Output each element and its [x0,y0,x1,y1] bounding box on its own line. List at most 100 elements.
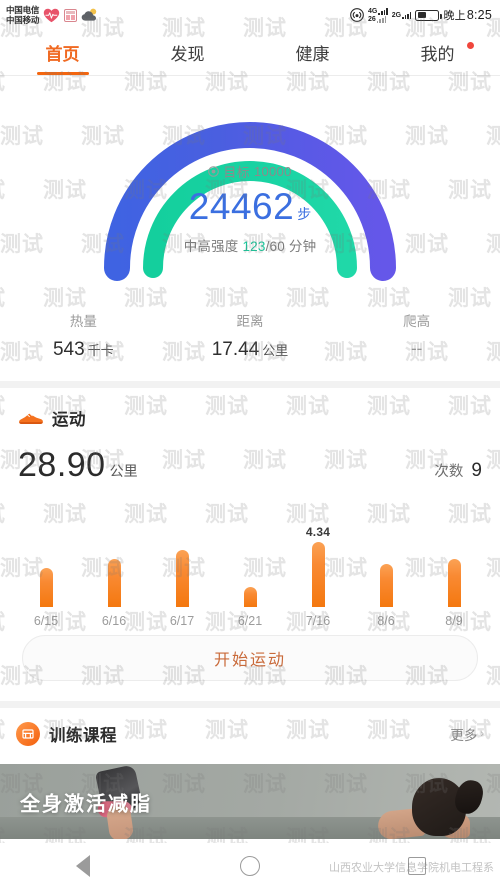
status-bar-clock: 晚上8:25 [443,7,492,23]
courses-more-button[interactable]: 更多 › [450,724,484,744]
nav-home-button[interactable] [220,843,280,889]
chart-bar-fill [311,542,325,607]
training-courses-section: 训练课程 更多 › [0,708,500,756]
tab-health-label: 健康 [295,45,330,64]
tab-mine-badge-dot [467,42,474,49]
courses-title: 训练课程 [49,727,117,745]
chart-x-label: 6/15 [33,614,59,628]
course-card-title: 全身激活减脂 [20,793,152,815]
app-icon [64,8,78,22]
exercise-card: 运动 28.90 公里 次数 9 [0,388,500,501]
intensity-value: 123 [242,239,266,254]
sim2-signal-icon: 2G [392,11,412,19]
heart-rate-icon [43,8,60,23]
chart-x-label: 8/9 [445,614,463,628]
hotspot-icon [350,8,364,22]
chart-bar-7-16[interactable]: 4.34 [284,519,352,607]
chart-bar-fill [447,559,461,607]
target-icon [208,166,220,177]
section-divider-1 [0,381,500,388]
tab-discover[interactable]: 发现 [125,30,250,75]
sim1-network-sub: 26 [368,15,376,23]
chart-x-label: 7/16 [305,614,331,628]
stat-calories-value: 543 [52,339,85,360]
chart-x-label: 6/17 [169,614,195,628]
goal-label: 目标 [223,165,250,180]
sim1-signal-icon: 4G 26 [368,7,388,23]
chart-bar-fill [107,559,121,607]
exercise-count-value: 9 [471,460,482,481]
stat-distance[interactable]: 距离 17.44 公里 [167,310,334,361]
steps-ring-center: 目标 10000 24462 步 中高强度 123/60 分钟 [85,162,415,255]
nav-back-button[interactable] [53,843,113,889]
goal-value: 10000 [253,164,292,179]
exercise-title: 运动 [52,411,86,429]
steps-value: 24462 [188,186,295,227]
start-exercise-wrap: 开始运动 [0,627,500,701]
chart-bar-6-16[interactable] [80,519,148,607]
stat-climb[interactable]: 爬高 -- [333,310,500,361]
status-bar-left: 中国电信 中国移动 [6,5,99,25]
chart-bar-value-label: 4.34 [305,525,331,539]
chart-bar-6-15[interactable] [12,519,80,607]
stat-distance-unit: 公里 [262,343,289,358]
weather-cloud-icon [81,8,99,22]
stat-calories-value-row: 543 千卡 [0,339,167,361]
exercise-header: 运动 [18,406,482,430]
steps-unit-label: 步 [297,206,312,222]
exercise-distance-value: 28.90 [18,446,106,484]
sim2-network-label: 2G [391,12,402,19]
intensity-target: /60 [265,239,285,254]
stat-distance-label: 距离 [236,314,264,329]
chart-bar-8-6[interactable] [352,519,420,607]
courses-header: 训练课程 更多 › [16,722,484,746]
status-bar-right: 4G 26 2G 晚上8:25 [350,7,492,23]
carrier-1-label: 中国电信 [6,5,40,15]
courses-more-label: 更多 [450,728,478,743]
steps-ring[interactable]: 目标 10000 24462 步 中高强度 123/60 分钟 [85,90,415,290]
steps-ring-section: 目标 10000 24462 步 中高强度 123/60 分钟 [0,76,500,306]
sim1-network-label: 4G [368,7,378,15]
running-shoe-icon [18,410,44,426]
chart-bar-fill [39,568,53,607]
start-exercise-button[interactable]: 开始运动 [22,635,478,681]
battery-icon [415,9,442,21]
stat-calories-unit: 千卡 [87,343,114,358]
intensity-label: 中高强度 [183,239,239,254]
intensity-row: 中高强度 123/60 分钟 [85,235,415,255]
stat-climb-value-row: -- [333,339,500,359]
stat-calories[interactable]: 热量 543 千卡 [0,310,167,361]
course-card-0[interactable]: 全身激活减脂 [0,764,500,839]
chart-bar-6-21[interactable] [216,519,284,607]
stat-calories-label: 热量 [69,314,97,329]
chart-bar-8-9[interactable] [420,519,488,607]
chart-bar-6-17[interactable] [148,519,216,607]
time-period-label: 晚上 [443,10,466,22]
chart-bar-fill [243,587,257,607]
footer-watermark-text: 山西农业大学信息学院机电工程系 [329,862,494,874]
intensity-unit: 分钟 [288,239,317,254]
exercise-summary: 28.90 公里 次数 9 [18,446,482,485]
chart-x-label: 6/16 [101,614,127,628]
tab-home[interactable]: 首页 [0,30,125,75]
chart-bars-area: 4.34 [12,519,488,607]
stat-climb-value: -- [411,339,423,358]
tab-mine-label: 我的 [420,45,455,64]
tab-health[interactable]: 健康 [250,30,375,75]
home-circle-icon [239,856,260,876]
chart-bar-fill [379,564,393,607]
stat-distance-value-row: 17.44 公里 [167,339,334,361]
carrier-names: 中国电信 中国移动 [6,5,39,25]
time-label: 8:25 [466,8,492,22]
status-bar: 中国电信 中国移动 4G 26 2G 晚上8:25 [0,0,500,30]
carrier-2-label: 中国移动 [6,15,40,25]
stat-distance-value: 17.44 [211,339,260,360]
chart-x-labels: 6/15 6/16 6/17 6/21 7/16 8/6 8/9 [12,614,488,628]
chart-x-label: 8/6 [377,614,395,628]
section-divider-2 [0,701,500,708]
chevron-right-icon: › [480,728,484,740]
chart-x-label: 6/21 [237,614,263,628]
tab-home-label: 首页 [45,45,80,64]
tab-mine[interactable]: 我的 [375,30,500,75]
steps-row: 24462 步 [85,188,415,225]
